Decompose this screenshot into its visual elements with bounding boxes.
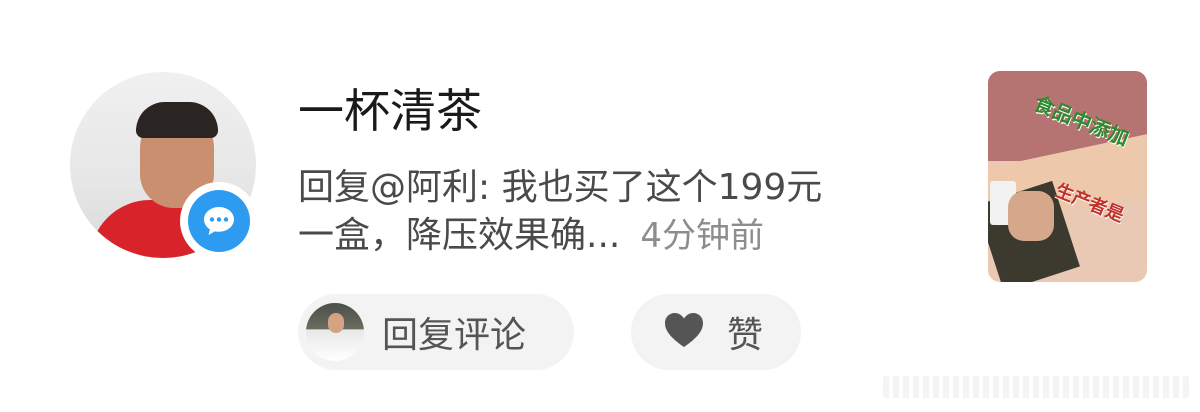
like-button[interactable]: 赞	[631, 294, 801, 370]
reply-text-line-2-content: 一盒，降压效果确...	[298, 215, 621, 256]
reply-comment-button[interactable]: 回复评论	[298, 294, 574, 370]
like-label: 赞	[727, 315, 764, 356]
user-avatar-container[interactable]	[70, 72, 258, 260]
comment-badge	[180, 182, 258, 260]
thumbnail-hand	[1008, 191, 1054, 241]
reply-comment-label: 回复评论	[382, 315, 527, 356]
my-avatar	[306, 303, 364, 361]
avatar-hair	[136, 102, 218, 138]
heart-icon	[663, 311, 705, 353]
video-thumbnail[interactable]: 食品中添加 生产者是	[988, 71, 1147, 282]
home-indicator	[883, 376, 1189, 398]
timestamp: 4分钟前	[640, 216, 764, 256]
chat-bubble-icon	[188, 190, 250, 252]
reply-text-line-2: 一盒，降压效果确... 4分钟前	[298, 212, 958, 260]
reply-text-line-1: 回复@阿利: 我也买了这个199元	[298, 167, 823, 208]
username[interactable]: 一杯清茶	[298, 82, 482, 140]
reply-content[interactable]: 回复@阿利: 我也买了这个199元 一盒，降压效果确... 4分钟前	[298, 164, 958, 260]
my-avatar-face	[328, 313, 344, 333]
